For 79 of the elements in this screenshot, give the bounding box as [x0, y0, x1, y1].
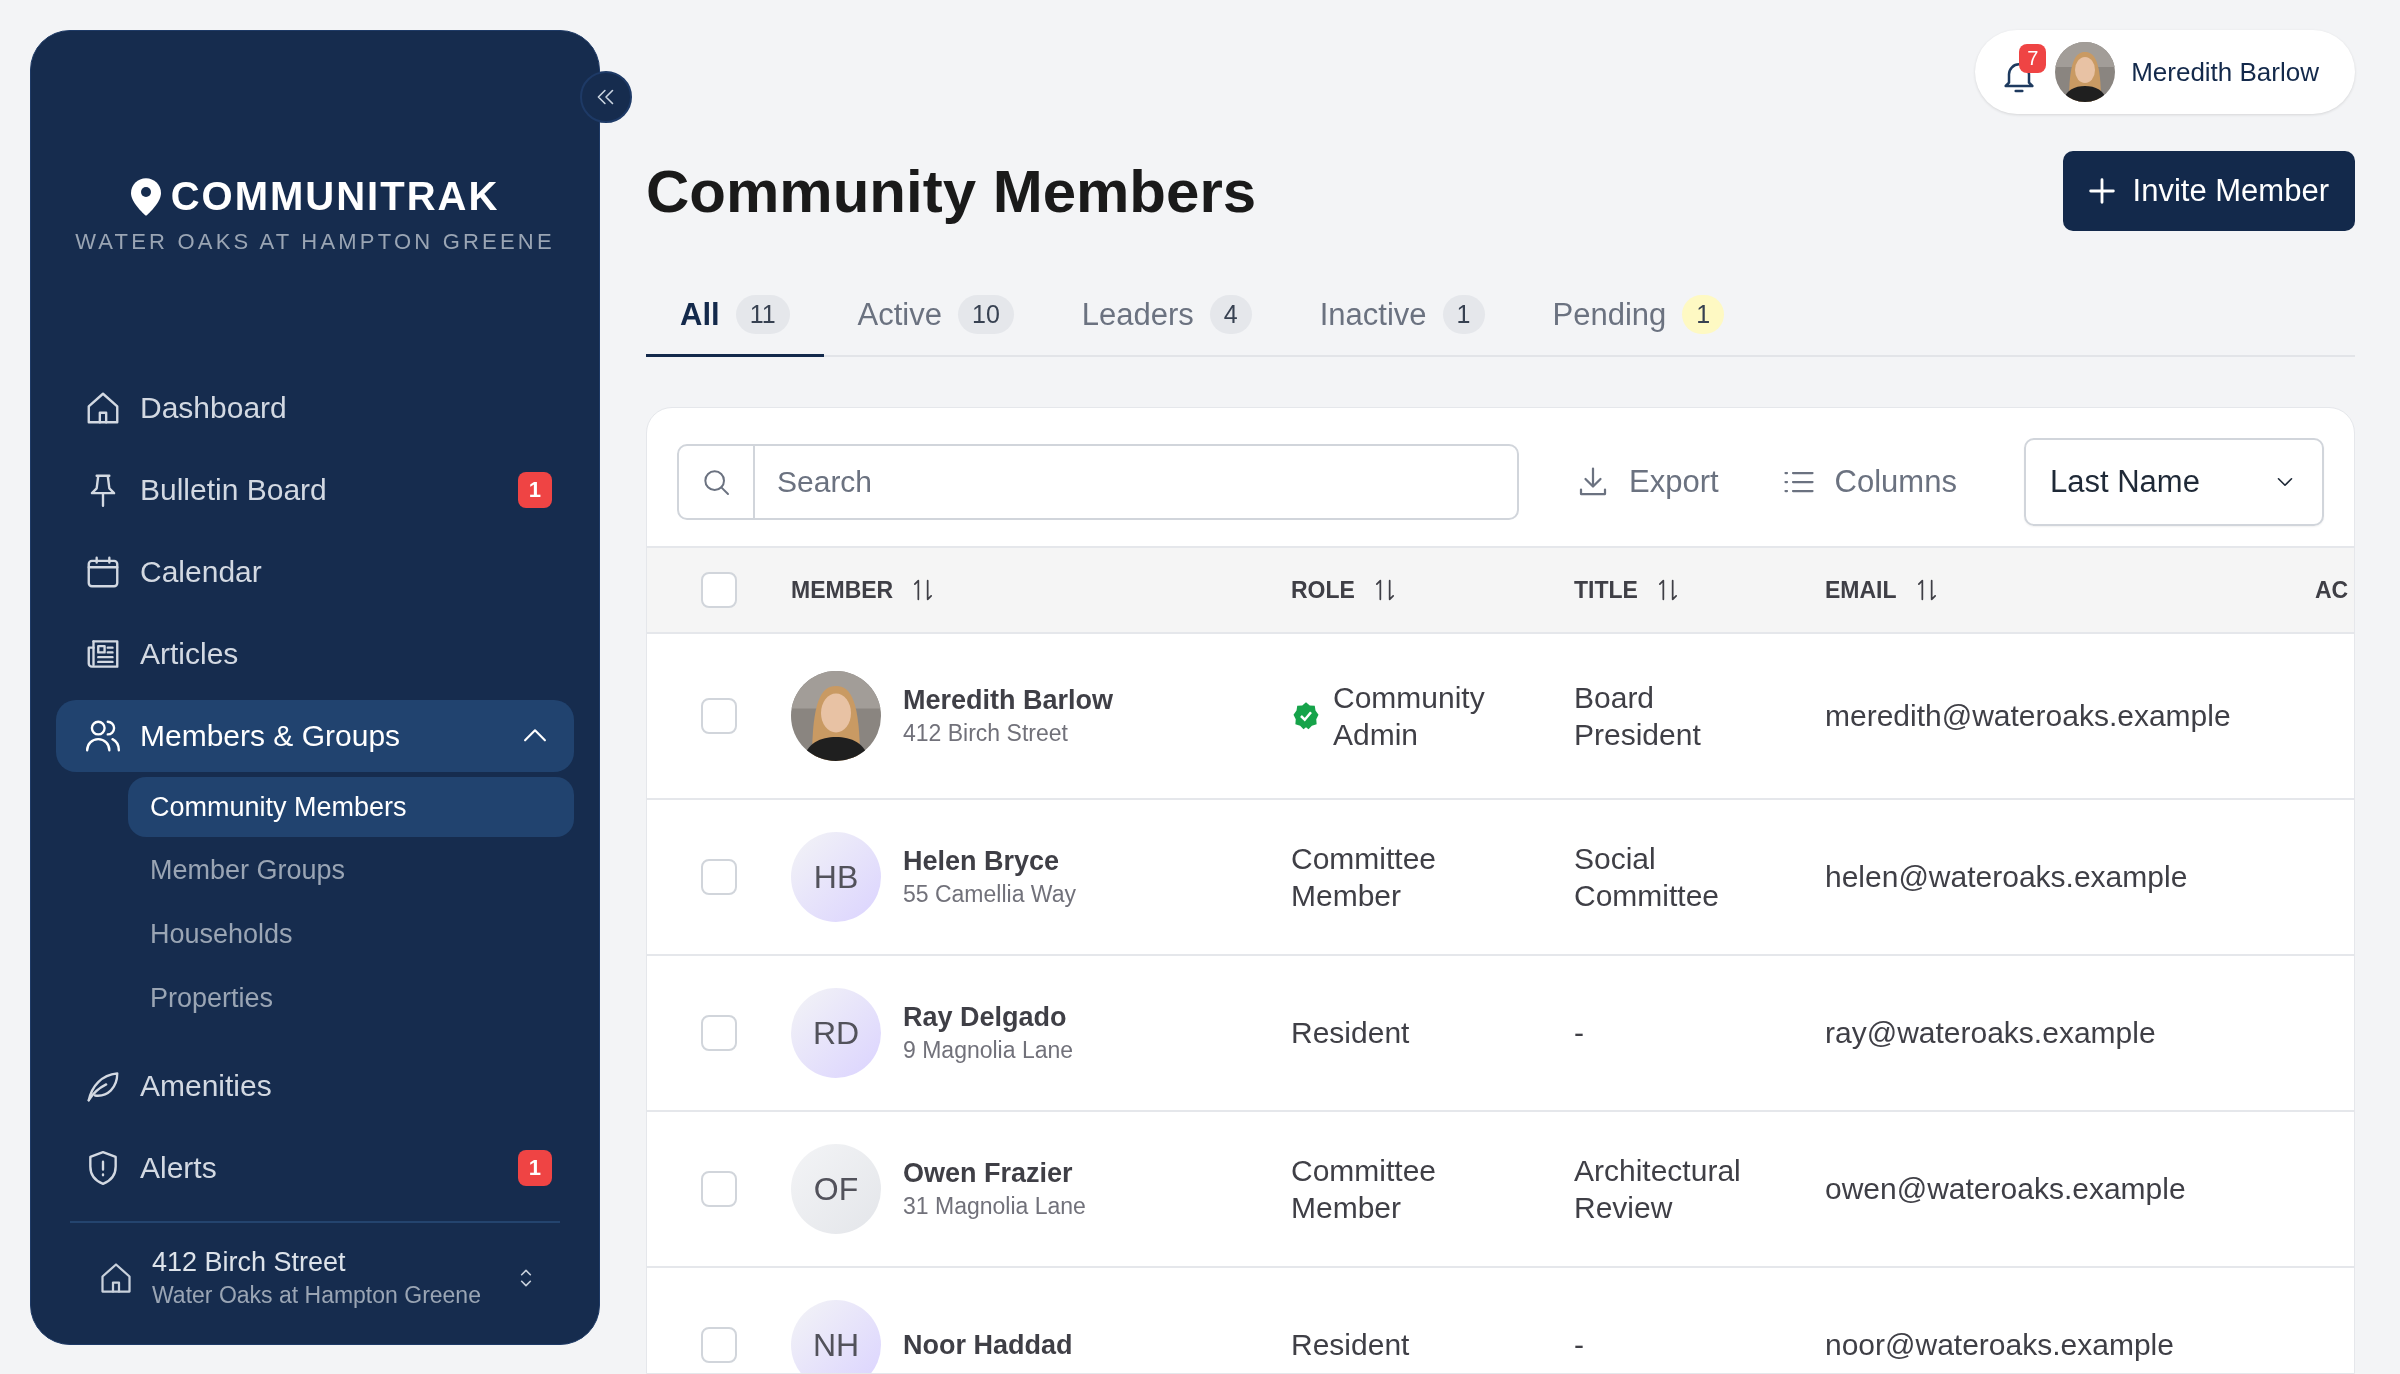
count-badge: 1	[1682, 295, 1725, 334]
count-badge: 1	[517, 1150, 552, 1186]
filter-tab[interactable]: Leaders 4	[1047, 275, 1286, 357]
columns-button[interactable]: Columns	[1774, 463, 1963, 501]
property-switcher[interactable]: 412 Birch Street Water Oaks at Hampton Greene	[56, 1223, 574, 1309]
title-cell-text: Architectural Review	[1574, 1152, 1742, 1226]
filter-tab[interactable]: Active 10	[823, 275, 1048, 357]
count-badge: 1	[1442, 295, 1485, 334]
avatar: NH	[791, 1300, 881, 1373]
nav-subitem[interactable]: Community Members	[128, 777, 574, 837]
row-checkbox[interactable]	[701, 1327, 737, 1363]
member-name: Noor Haddad	[903, 1329, 1073, 1361]
avatar: RD	[791, 988, 881, 1078]
filter-tab[interactable]: All 11	[646, 275, 824, 357]
column-header[interactable]: TITLE	[1574, 576, 1825, 604]
nav-subitem[interactable]: Properties	[128, 967, 574, 1029]
nav-item[interactable]: Alerts 1	[56, 1132, 574, 1204]
app-logo: COMMUNITRAK	[170, 174, 500, 219]
nav-subitem[interactable]: Member Groups	[128, 839, 574, 901]
member-address: 412 Birch Street	[903, 720, 1069, 747]
home-icon	[98, 1260, 134, 1296]
email-cell-text: ray@wateroaks.example	[1825, 1015, 2157, 1052]
row-checkbox[interactable]	[701, 859, 737, 895]
community-name: WATER OAKS AT HAMPTON GREENE	[74, 229, 556, 255]
column-header[interactable]: ROLE	[1291, 576, 1574, 604]
member-address: 31 Magnolia Lane	[903, 1193, 1086, 1220]
row-checkbox[interactable]	[701, 1171, 737, 1207]
column-header[interactable]: AC	[2315, 576, 2354, 604]
title-cell-text: Board President	[1574, 679, 1702, 753]
member-name: Ray Delgado	[903, 1002, 1068, 1033]
sort-dropdown[interactable]: Last Name	[2024, 438, 2324, 526]
title-cell-text: Social Committee	[1574, 840, 1721, 914]
nav-item[interactable]: Bulletin Board 1	[56, 454, 574, 526]
email-cell-text: owen@wateroaks.example	[1825, 1171, 2187, 1208]
user-name: Meredith Barlow	[2131, 56, 2319, 88]
community-label: Water Oaks at Hampton Greene	[152, 1282, 482, 1309]
email-cell-text: noor@wateroaks.example	[1825, 1327, 2175, 1364]
role-cell-text: Resident	[1291, 1327, 1410, 1364]
property-address: 412 Birch Street	[152, 1247, 347, 1278]
row-checkbox[interactable]	[701, 1015, 737, 1051]
filter-tab[interactable]: Pending 1	[1518, 275, 1759, 357]
export-button[interactable]: Export	[1569, 463, 1725, 501]
nav-item[interactable]: Members & Groups	[56, 700, 574, 772]
nav-item[interactable]: Dashboard	[56, 372, 574, 444]
title-cell-text: -	[1574, 1327, 1585, 1364]
user-menu[interactable]: 7 Meredith Barlow	[1975, 30, 2355, 114]
search-field[interactable]: Search	[677, 444, 1519, 520]
role-cell-text: Resident	[1291, 1015, 1410, 1052]
email-cell-text: meredith@wateroaks.example	[1825, 698, 2232, 735]
member-name: Owen Frazier	[903, 1158, 1074, 1189]
nav-item[interactable]: Calendar	[56, 536, 574, 608]
count-badge: 1	[517, 472, 552, 508]
member-address: 9 Magnolia Lane	[903, 1037, 1074, 1064]
column-header[interactable]: EMAIL	[1825, 576, 2315, 604]
role-cell-text: Committee Member	[1291, 840, 1438, 914]
page-title: Community Members	[646, 156, 1257, 226]
avatar: HB	[791, 832, 881, 922]
nav-item[interactable]: Articles	[56, 618, 574, 690]
email-cell-text: helen@wateroaks.example	[1825, 859, 2189, 896]
nav-item[interactable]: Amenities	[56, 1050, 574, 1122]
collapse-button[interactable]	[580, 71, 632, 123]
location-pin-icon	[130, 177, 161, 216]
avatar: OF	[791, 1144, 881, 1234]
count-badge: 11	[735, 295, 790, 334]
title-cell-text: -	[1574, 1015, 1585, 1052]
select-all-checkbox[interactable]	[701, 572, 737, 608]
invite-button[interactable]: Invite Member	[2062, 151, 2355, 231]
count-badge: 10	[958, 295, 1014, 334]
role-cell-text: Community Admin	[1333, 679, 1486, 753]
count-badge: 4	[1209, 295, 1252, 334]
column-header[interactable]: MEMBER	[791, 576, 1291, 604]
member-name: Meredith Barlow	[903, 685, 1114, 716]
member-address: 55 Camellia Way	[903, 881, 1076, 908]
filter-tab[interactable]: Inactive 1	[1285, 275, 1519, 357]
row-checkbox[interactable]	[701, 698, 737, 734]
member-name: Helen Bryce	[903, 846, 1061, 877]
role-cell-text: Committee Member	[1291, 1152, 1438, 1226]
notification-badge: 7	[2019, 44, 2047, 73]
nav-subitem[interactable]: Households	[128, 903, 574, 965]
